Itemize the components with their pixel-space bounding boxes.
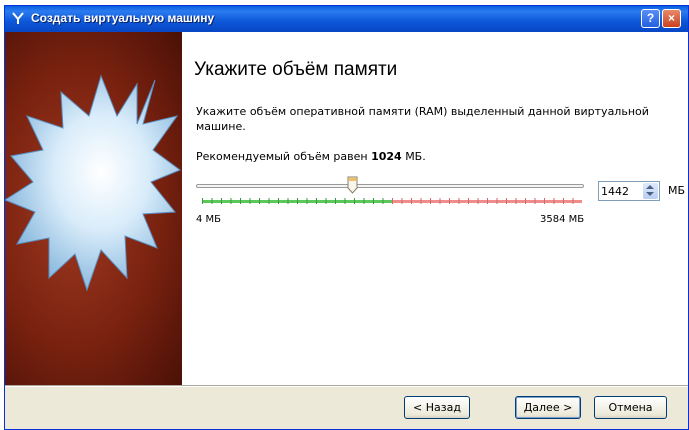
slider-tick — [325, 198, 327, 204]
wizard-window: Создать виртуальную машину ? × Укажите о… — [4, 5, 689, 430]
memory-spinbox[interactable] — [598, 181, 660, 201]
help-button[interactable]: ? — [641, 9, 660, 28]
slider-tick — [297, 198, 298, 204]
memory-unit-label: МБ — [668, 184, 686, 197]
slider-max-label: 3584 МБ — [540, 214, 585, 225]
slider-tick — [344, 198, 346, 204]
slider-tick — [268, 198, 270, 204]
slider-tick — [363, 198, 365, 204]
cancel-button[interactable]: Отмена — [594, 396, 667, 419]
slider-tick — [401, 198, 403, 204]
back-button[interactable]: < Назад — [404, 396, 470, 419]
slider-tick — [468, 198, 469, 204]
slider-tick — [259, 198, 260, 204]
slider-tick — [354, 198, 355, 204]
slider-tick — [230, 198, 232, 204]
slider-tick — [515, 198, 517, 204]
slider-tick — [477, 198, 479, 204]
slider-tick — [335, 198, 336, 204]
next-button[interactable]: Далее > — [515, 396, 581, 419]
recommended-value: 1024 — [371, 150, 402, 163]
slider-tick — [525, 198, 526, 204]
memory-slider[interactable]: 4 МБ 3584 МБ — [196, 170, 586, 230]
slider-tick — [306, 198, 308, 204]
slider-tick — [506, 198, 507, 204]
slider-tick — [240, 198, 241, 204]
app-icon — [12, 12, 24, 24]
button-separator — [5, 385, 688, 387]
slider-tick — [221, 198, 222, 204]
slider-tick — [544, 198, 545, 204]
slider-tick — [534, 198, 536, 204]
slider-tick — [496, 198, 498, 204]
page-description: Укажите объём оперативной памяти (RAM) в… — [196, 105, 649, 133]
starburst-graphic — [5, 74, 182, 292]
slider-tick — [439, 198, 441, 204]
slider-tick — [563, 198, 564, 204]
slider-tick — [458, 198, 460, 204]
recommended-memory-text: Рекомендуемый объём равен 1024 МБ. — [196, 150, 426, 163]
slider-tick — [553, 198, 555, 204]
spin-down-icon[interactable] — [646, 192, 654, 196]
slider-min-label: 4 МБ — [196, 214, 222, 225]
slider-tick — [449, 198, 450, 204]
spin-up-icon[interactable] — [646, 185, 654, 189]
slider-tick — [382, 198, 384, 204]
slider-tick — [572, 198, 574, 204]
window-title: Создать виртуальную машину — [31, 11, 215, 25]
slider-tick — [373, 198, 374, 204]
slider-tick — [411, 198, 412, 204]
page-title: Укажите объём памяти — [194, 59, 398, 80]
wizard-content: Укажите объём памяти Укажите объём опера… — [182, 32, 688, 385]
memory-input[interactable] — [601, 183, 639, 199]
slider-tick — [202, 198, 203, 204]
slider-tick — [316, 198, 317, 204]
wizard-side-image — [5, 32, 182, 385]
slider-tick — [287, 198, 289, 204]
slider-thumb[interactable] — [347, 176, 358, 194]
slider-tick — [278, 198, 279, 204]
slider-tick — [487, 198, 488, 204]
slider-tick — [211, 198, 213, 204]
title-bar: Создать виртуальную машину ? × — [5, 6, 688, 32]
slider-tick — [249, 198, 251, 204]
slider-track[interactable] — [196, 184, 584, 188]
close-button[interactable]: × — [662, 9, 681, 28]
slider-tick — [392, 198, 393, 204]
slider-tick — [430, 198, 431, 204]
slider-ticks — [202, 198, 582, 204]
recommended-prefix: Рекомендуемый объём равен — [196, 150, 368, 163]
slider-tick — [420, 198, 422, 204]
recommended-suffix: МБ. — [405, 150, 426, 163]
spin-buttons[interactable] — [643, 183, 658, 199]
